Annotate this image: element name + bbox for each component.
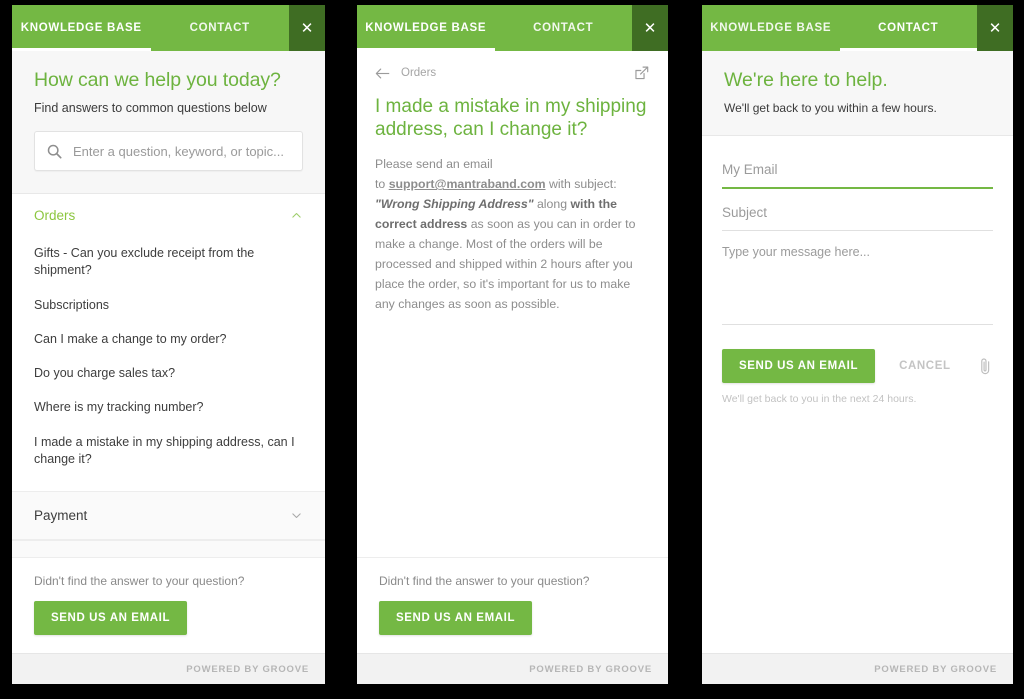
send-us-an-email-button[interactable]: SEND US AN EMAIL [379,601,532,635]
widget-footer: POWERED BY GROOVE [12,653,325,684]
category-list: Orders Gifts - Can you exclude receipt f… [12,194,325,557]
category-header-orders[interactable]: Orders [12,194,325,233]
knowledge-base-body: How can we help you today? Find answers … [12,51,325,684]
ask-question-text: Didn't find the answer to your question? [34,574,303,588]
tab-knowledge-base[interactable]: KNOWLEDGE BASE [702,5,840,51]
widget-footer: POWERED BY GROOVE [702,653,1013,684]
support-widget-contact: KNOWLEDGE BASE CONTACT ✕ We're here to h… [702,5,1013,684]
article-line-1: Please send an email [375,157,493,171]
widget-footer: POWERED BY GROOVE [357,653,668,684]
list-item[interactable]: Gifts - Can you exclude receipt from the… [34,237,303,289]
form-actions: SEND US AN EMAIL CANCEL [722,329,993,383]
message-field-underline [722,324,993,325]
page-title: We're here to help. [724,69,991,92]
list-item[interactable]: Do you charge sales tax? [34,357,303,391]
article-body-panel: Orders I made a mistake in my shipping a… [357,51,668,684]
message-field[interactable] [722,235,993,319]
category-header-returns-and-exchanges[interactable]: Returns and Exchanges [12,540,325,557]
article-seg-along: along [534,197,571,211]
email-field-wrapper [722,150,993,189]
tab-knowledge-base[interactable]: KNOWLEDGE BASE [12,5,151,51]
category-header-payment[interactable]: Payment [12,491,325,540]
subject-field-wrapper [722,193,993,231]
cancel-button[interactable]: CANCEL [893,349,957,383]
form-note: We'll get back to you in the next 24 hou… [722,383,993,405]
tab-knowledge-base[interactable]: KNOWLEDGE BASE [357,5,495,51]
page-title: How can we help you today? [34,69,303,92]
tab-contact-label: CONTACT [878,22,938,34]
powered-by-label: POWERED BY GROOVE [874,664,997,675]
powered-by-label: POWERED BY GROOVE [529,664,652,675]
email-field-underline [722,187,993,189]
support-widget-article: KNOWLEDGE BASE CONTACT ✕ Orders [357,5,668,684]
search-input[interactable] [71,143,290,160]
breadcrumb: Orders [357,51,668,87]
send-us-an-email-button[interactable]: SEND US AN EMAIL [722,349,875,383]
list-item[interactable]: I made a mistake in my shipping address,… [34,426,303,478]
external-link-icon[interactable] [634,65,650,81]
ask-question-block: Didn't find the answer to your question?… [12,557,325,653]
subject-field[interactable] [722,193,993,230]
tab-contact[interactable]: CONTACT [840,5,978,51]
article-seg-subject: with subject: [546,177,617,191]
category-label: Orders [34,208,75,223]
article-subject-quoted: "Wrong Shipping Address" [375,197,534,211]
powered-by-label: POWERED BY GROOVE [186,664,309,675]
article-title: I made a mistake in my shipping address,… [375,95,650,141]
ask-question-block: Didn't find the answer to your question?… [357,557,668,653]
tab-bar: KNOWLEDGE BASE CONTACT ✕ [12,5,325,51]
tab-contact[interactable]: CONTACT [495,5,633,51]
paperclip-icon[interactable] [978,357,993,376]
article-content: I made a mistake in my shipping address,… [357,87,668,557]
search-icon [47,144,62,159]
close-icon[interactable]: ✕ [977,5,1013,51]
tab-knowledge-base-label: KNOWLEDGE BASE [365,22,486,34]
message-field-wrapper [722,235,993,325]
close-icon[interactable]: ✕ [632,5,668,51]
tab-contact-label: CONTACT [190,22,250,34]
list-item[interactable]: Subscriptions [34,289,303,323]
back-arrow-icon[interactable] [375,67,391,80]
list-item[interactable]: Where is my tracking number? [34,391,303,425]
breadcrumb-label[interactable]: Orders [401,67,436,79]
support-widget-knowledge-base: KNOWLEDGE BASE CONTACT ✕ How can we help… [12,5,325,684]
chevron-up-icon [290,209,303,222]
contact-form: SEND US AN EMAIL CANCEL We'll get back t… [702,136,1013,653]
tab-contact-label: CONTACT [533,22,593,34]
subject-field-underline [722,230,993,231]
tab-knowledge-base-label: KNOWLEDGE BASE [21,22,142,34]
screenshot-stage: KNOWLEDGE BASE CONTACT ✕ How can we help… [0,0,1024,699]
list-item[interactable]: Can I make a change to my order? [34,323,303,357]
support-email-link[interactable]: support@mantraband.com [389,177,546,191]
category-label: Payment [34,508,87,523]
close-glyph: ✕ [989,21,1002,36]
page-subtitle: We'll get back to you within a few hours… [724,101,991,115]
ask-question-text: Didn't find the answer to your question? [379,574,646,588]
page-subtitle: Find answers to common questions below [34,101,303,115]
article-seg-rest: as soon as you can in order to make a ch… [375,217,635,311]
email-field[interactable] [722,150,993,187]
article-text: Please send an email to support@mantraba… [375,155,650,314]
chevron-down-icon [290,509,303,522]
tab-bar: KNOWLEDGE BASE CONTACT ✕ [702,5,1013,51]
close-glyph: ✕ [301,21,314,36]
tab-knowledge-base-label: KNOWLEDGE BASE [710,22,831,34]
contact-body: We're here to help. We'll get back to yo… [702,51,1013,684]
article-seg-to: to [375,177,389,191]
article-list-orders: Gifts - Can you exclude receipt from the… [12,233,325,491]
close-icon[interactable]: ✕ [289,5,325,51]
search-box[interactable] [34,131,303,171]
tab-bar: KNOWLEDGE BASE CONTACT ✕ [357,5,668,51]
close-glyph: ✕ [644,21,657,36]
contact-hero: We're here to help. We'll get back to yo… [702,51,1013,136]
send-us-an-email-button[interactable]: SEND US AN EMAIL [34,601,187,635]
tab-contact[interactable]: CONTACT [151,5,290,51]
knowledge-base-hero: How can we help you today? Find answers … [12,51,325,194]
